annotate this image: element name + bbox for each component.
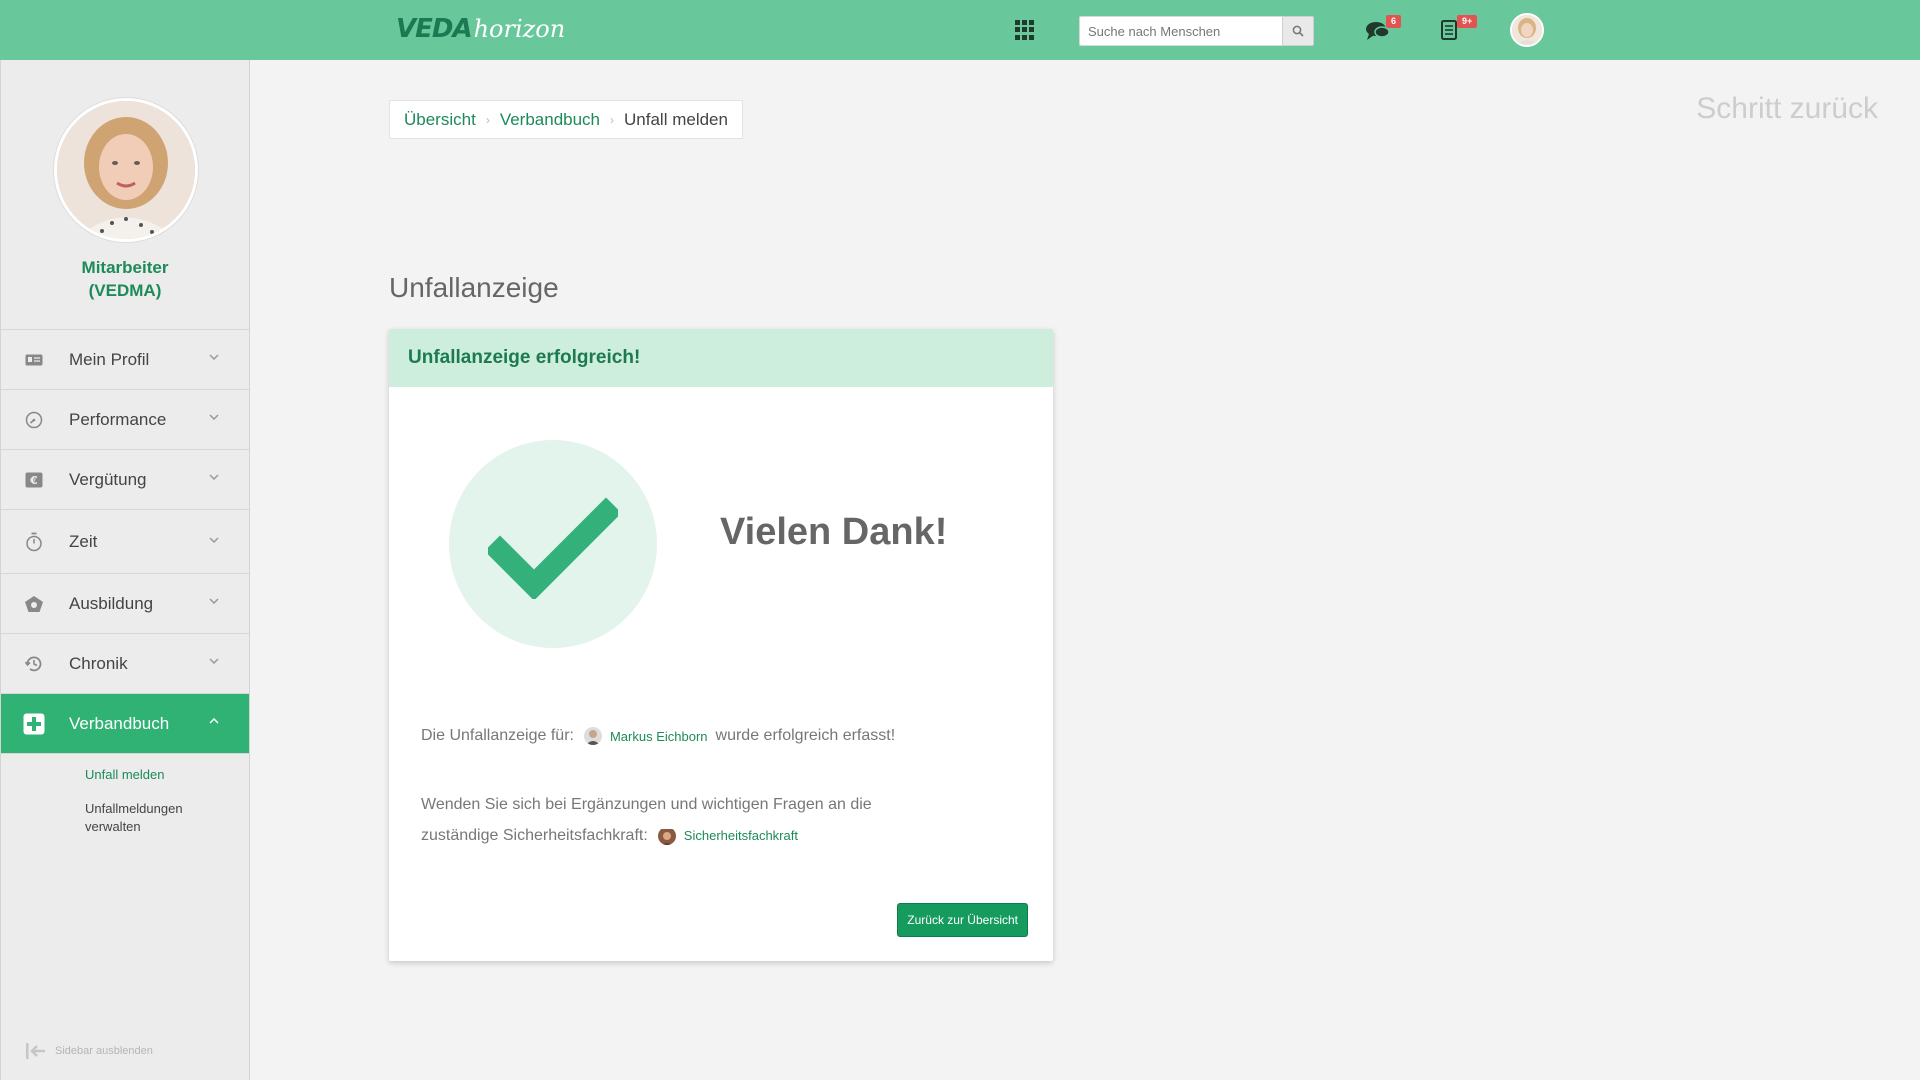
breadcrumb: Übersicht › Verbandbuch › Unfall melden: [389, 100, 743, 139]
svg-text:€: €: [29, 474, 38, 487]
logo-primary: VEDA: [396, 14, 473, 44]
sidebar-item-ausbildung[interactable]: Ausbildung: [1, 574, 249, 634]
confirmation-text: Die Unfallanzeige für: Markus Eichborn w…: [421, 727, 895, 745]
breadcrumb-link-verbandbuch[interactable]: Verbandbuch: [500, 110, 600, 130]
page-title: Unfallanzeige: [389, 272, 559, 303]
chevron-down-icon: [209, 354, 219, 360]
chevron-right-icon: ›: [485, 112, 490, 127]
sidebar-item-label: Performance: [69, 409, 167, 429]
profile-photo-icon: [57, 101, 195, 239]
profile-role-title: Mitarbeiter: [81, 258, 169, 277]
checkmark-icon: [488, 497, 618, 599]
subitem-unfallmeldungen-verwalten[interactable]: Unfallmeldungen verwalten: [1, 800, 201, 836]
success-card: Unfallanzeige erfolgreich! Vielen Dank! …: [389, 329, 1053, 961]
first-aid-icon: [23, 713, 45, 735]
sidebar-item-label: Verbandbuch: [69, 713, 170, 733]
profile-section: Mitarbeiter (VEDMA): [1, 60, 249, 330]
gauge-icon: [23, 409, 45, 431]
messages-button[interactable]: 6: [1364, 15, 1402, 44]
verbandbuch-submenu: Unfall melden Unfallmeldungen verwalten: [1, 754, 249, 836]
person-name: Markus Eichborn: [609, 728, 708, 744]
sidebar-item-label: Mein Profil: [69, 349, 150, 369]
sidebar-item-label: Zeit: [69, 531, 98, 551]
back-to-overview-button[interactable]: Zurück zur Übersicht: [897, 903, 1028, 937]
person-name: Sicherheitsfachkraft: [683, 828, 798, 843]
avatar: [583, 727, 602, 745]
top-bar: VEDA horizon 6 9+: [0, 0, 1920, 60]
search-button[interactable]: [1282, 16, 1314, 46]
profile-role: Mitarbeiter (VEDMA): [1, 256, 249, 302]
step-back-link[interactable]: Schritt zurück: [1696, 92, 1878, 126]
confirmation-suffix: wurde erfolgreich erfasst!: [715, 727, 896, 744]
profile-role-code: (VEDMA): [88, 281, 162, 300]
chevron-down-icon: [209, 414, 219, 420]
sidebar-item-verguetung[interactable]: € Vergütung: [1, 450, 249, 510]
logo-secondary: horizon: [473, 15, 566, 43]
sidebar-item-chronik[interactable]: Chronik: [1, 634, 249, 694]
graduation-icon: [23, 593, 45, 615]
euro-icon: €: [23, 469, 45, 491]
logo[interactable]: VEDA horizon: [396, 14, 565, 46]
breadcrumb-link-uebersicht[interactable]: Übersicht: [404, 110, 476, 130]
contact-prefix: zuständige Sicherheitsfachkraft:: [421, 827, 648, 844]
document-list-icon: [1441, 20, 1457, 40]
messages-badge: 6: [1386, 15, 1402, 28]
contact-text-line1: Wenden Sie sich bei Ergänzungen und wich…: [421, 796, 872, 813]
chevron-down-icon: [209, 658, 219, 664]
chevron-up-icon: [209, 718, 219, 724]
profile-avatar[interactable]: [54, 98, 198, 242]
user-photo-icon: [1512, 15, 1542, 45]
search-icon: [1292, 25, 1304, 37]
sidebar-item-mein-profil[interactable]: Mein Profil: [1, 330, 249, 390]
thanks-message: Vielen Dank!: [720, 511, 948, 553]
apps-grid-icon[interactable]: [1015, 20, 1035, 40]
avatar: [657, 827, 676, 845]
chevron-right-icon: ›: [610, 112, 615, 127]
breadcrumb-current: Unfall melden: [624, 109, 728, 129]
confirmation-prefix: Die Unfallanzeige für:: [421, 727, 574, 744]
person-link-injured[interactable]: Markus Eichborn: [583, 727, 708, 745]
sidebar-item-performance[interactable]: Performance: [1, 390, 249, 450]
success-checkmark: [449, 440, 657, 648]
id-card-icon: [23, 349, 45, 371]
chevron-down-icon: [209, 474, 219, 480]
person-photo-icon: [583, 727, 602, 745]
history-icon: [23, 653, 45, 675]
sidebar-item-verbandbuch[interactable]: Verbandbuch: [1, 694, 249, 754]
sidebar: Mitarbeiter (VEDMA) Mein Profil Performa…: [0, 60, 250, 1080]
sidebar-item-label: Ausbildung: [69, 593, 154, 613]
search-bar: [1079, 16, 1314, 46]
search-input[interactable]: [1079, 16, 1282, 46]
user-avatar[interactable]: [1510, 13, 1544, 47]
contact-text: Wenden Sie sich bei Ergänzungen und wich…: [421, 789, 981, 851]
contact-text-line2: zuständige Sicherheitsfachkraft: Sicherh…: [421, 820, 981, 851]
chevron-down-icon: [209, 537, 219, 543]
sidebar-item-label: Vergütung: [69, 469, 147, 489]
sidebar-hide-button[interactable]: Sidebar ausblenden: [25, 1042, 153, 1060]
tasks-button[interactable]: 9+: [1439, 15, 1478, 44]
stopwatch-icon: [23, 531, 45, 553]
sidebar-hide-label: Sidebar ausblenden: [55, 1045, 153, 1057]
person-photo-icon: [657, 828, 676, 845]
card-header: Unfallanzeige erfolgreich!: [389, 329, 1053, 387]
person-link-safety-officer[interactable]: Sicherheitsfachkraft: [657, 820, 798, 851]
sidebar-item-zeit[interactable]: Zeit: [1, 510, 249, 574]
sidebar-item-label: Chronik: [69, 653, 128, 673]
collapse-left-icon: [26, 1043, 45, 1059]
subitem-unfall-melden[interactable]: Unfall melden: [1, 766, 231, 784]
chevron-down-icon: [209, 598, 219, 604]
tasks-badge: 9+: [1457, 15, 1478, 28]
